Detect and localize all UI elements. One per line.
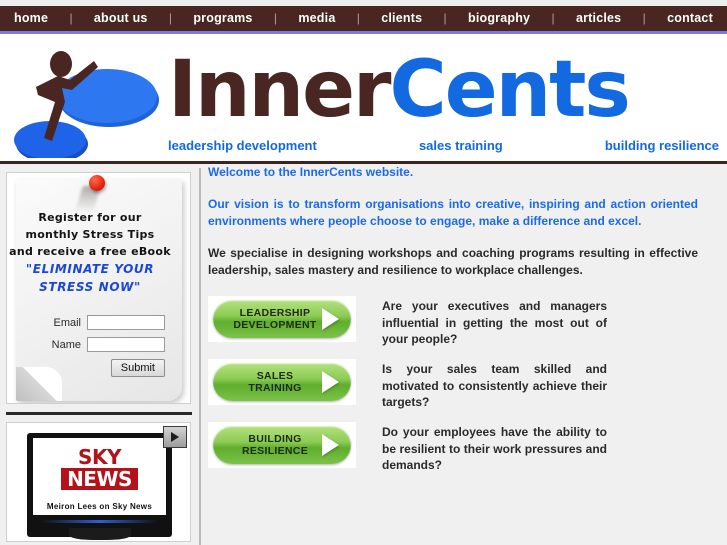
nav-separator: | xyxy=(642,11,646,25)
wordmark-cents: Cents xyxy=(389,45,630,135)
page-root: home | about us | programs | media | cli… xyxy=(0,0,727,545)
left-sidebar: Register for our monthly Stress Tips and… xyxy=(0,164,200,545)
tagline-building-resilience: building resilience xyxy=(604,138,719,153)
cta-text-building-resilience: Do your employees have the ability to be… xyxy=(382,425,607,472)
nav-item-about-us[interactable]: about us xyxy=(94,6,148,31)
signup-form: Email Name Submit xyxy=(7,315,173,377)
nav-separator: | xyxy=(273,11,278,25)
building-resilience-button[interactable]: BUILDING RESILIENCE xyxy=(213,426,351,464)
chevron-notch xyxy=(319,308,328,330)
cta-row-sales-training: SALES TRAINING Is your sales team skille… xyxy=(208,357,718,409)
main-content: Welcome to the InnerCents website. Our v… xyxy=(208,164,718,545)
name-label: Name xyxy=(51,338,81,351)
play-icon[interactable] xyxy=(163,426,187,448)
cta-button-frame: LEADERSHIP DEVELOPMENT xyxy=(208,296,356,342)
nav-separator: | xyxy=(168,11,173,25)
sky-news-logo: SKY NEWS xyxy=(33,445,166,491)
specialise-paragraph: We specialise in designing workshops and… xyxy=(208,246,698,277)
tv-graphic: SKY NEWS Meiron Lees on Sky News xyxy=(27,433,172,540)
cta-label-line-1: BUILDING xyxy=(248,433,302,445)
nav-separator: | xyxy=(551,11,555,25)
sales-training-button[interactable]: SALES TRAINING xyxy=(213,363,351,401)
cta-row-building-resilience: BUILDING RESILIENCE Do your employees ha… xyxy=(208,420,718,472)
nav-separator: | xyxy=(443,11,447,25)
signup-quote-line-1: "ELIMINATE YOUR xyxy=(25,262,155,276)
email-row: Email xyxy=(7,315,173,330)
sidebar-content-divider xyxy=(199,168,201,545)
vision-paragraph: Our vision is to transform organisations… xyxy=(208,197,698,228)
newsletter-signup-box: Register for our monthly Stress Tips and… xyxy=(6,172,191,404)
cta-row-leadership-development: LEADERSHIP DEVELOPMENT Are your executiv… xyxy=(208,294,718,346)
cta-button-frame: SALES TRAINING xyxy=(208,359,356,405)
video-caption: Meiron Lees on Sky News xyxy=(46,502,153,511)
video-thumbnail-box[interactable]: SKY NEWS Meiron Lees on Sky News xyxy=(6,422,191,542)
email-input[interactable] xyxy=(87,315,165,330)
nav-item-articles[interactable]: articles xyxy=(576,6,621,31)
name-input[interactable] xyxy=(87,337,165,352)
wordmark-inner: Inner xyxy=(168,45,391,135)
pushpin-icon xyxy=(89,175,105,191)
submit-row: Submit xyxy=(7,359,173,377)
nav-separator: | xyxy=(69,11,73,25)
tagline-row: leadership development sales training bu… xyxy=(168,138,719,153)
nav-separator: | xyxy=(356,11,360,25)
tv-glow xyxy=(41,520,158,523)
wordmark: InnerCents xyxy=(168,42,631,138)
sky-news-word-top: SKY xyxy=(78,445,121,469)
play-triangle xyxy=(171,432,179,442)
cta-label-line-2: TRAINING xyxy=(248,382,302,394)
leadership-development-button[interactable]: LEADERSHIP DEVELOPMENT xyxy=(213,300,351,338)
signup-headline: Register for our monthly Stress Tips and… xyxy=(7,209,173,296)
submit-button[interactable]: Submit xyxy=(110,359,165,377)
signup-line-1: Register for our xyxy=(38,211,142,224)
nav-item-programs[interactable]: programs xyxy=(193,6,252,31)
sky-news-word-bottom: NEWS xyxy=(61,468,138,490)
nav-item-clients[interactable]: clients xyxy=(381,6,422,31)
tagline-sales-training: sales training xyxy=(418,138,503,153)
email-label: Email xyxy=(53,316,81,329)
sidebar-divider xyxy=(6,412,192,415)
tv-stand xyxy=(69,528,131,540)
main-navigation: home | about us | programs | media | cli… xyxy=(0,6,727,31)
welcome-paragraph: Welcome to the InnerCents website. xyxy=(208,165,414,179)
nav-item-home[interactable]: home xyxy=(14,6,48,31)
cta-label-line-2: RESILIENCE xyxy=(241,445,308,457)
chevron-notch xyxy=(319,371,328,393)
cta-text-sales-training: Is your sales team skilled and motivated… xyxy=(382,362,607,409)
cta-label-line-1: LEADERSHIP xyxy=(239,307,311,319)
nav-item-media[interactable]: media xyxy=(298,6,335,31)
signup-line-3: and receive a free eBook xyxy=(9,245,171,258)
nav-item-biography[interactable]: biography xyxy=(468,6,530,31)
nav-item-contact[interactable]: contact xyxy=(667,6,713,31)
cta-label-line-1: SALES xyxy=(256,370,294,382)
innercents-logo-icon[interactable] xyxy=(8,40,168,162)
cta-text-leadership-development: Are your executives and managers influen… xyxy=(382,299,607,346)
cta-button-frame: BUILDING RESILIENCE xyxy=(208,422,356,468)
site-header: InnerCents leadership development sales … xyxy=(0,34,727,162)
tv-screen: SKY NEWS Meiron Lees on Sky News xyxy=(33,438,166,515)
signup-quote-line-2: STRESS NOW" xyxy=(39,280,141,294)
cta-label-line-2: DEVELOPMENT xyxy=(233,319,317,331)
tagline-leadership-development: leadership development xyxy=(168,138,317,153)
name-row: Name xyxy=(7,337,173,352)
chevron-notch xyxy=(319,434,328,456)
signup-line-2: monthly Stress Tips xyxy=(25,228,155,241)
